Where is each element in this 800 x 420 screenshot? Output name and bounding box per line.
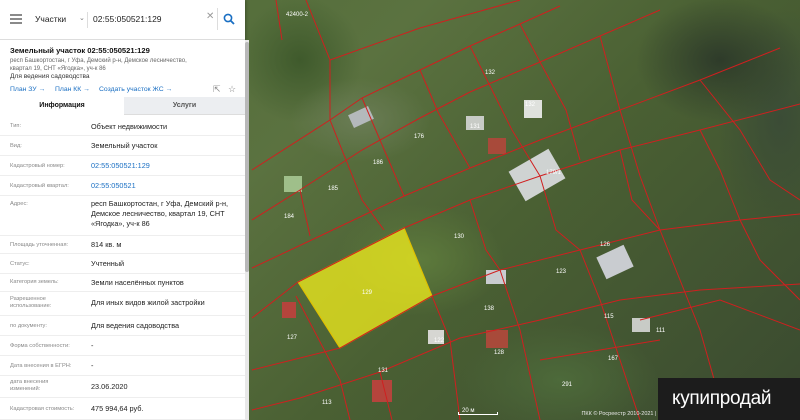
divider (124, 114, 245, 115)
clear-icon[interactable]: ✕ (206, 11, 214, 22)
panel-scrollbar[interactable] (245, 40, 249, 420)
lot-label: 184 (284, 214, 295, 220)
info-row: Кадастровая стоимость: 475 994,64 руб. (0, 398, 245, 420)
tabs: Информация Услуги (0, 97, 245, 115)
lot-label: 126 (600, 242, 611, 248)
row-label: Форма собственности: (10, 343, 70, 349)
lot-label: 132 (485, 70, 496, 76)
lot-label: 42400-2 (286, 12, 309, 18)
info-row: Кадастровый номер: 02:55:050521:129 (0, 156, 245, 176)
lot-label: 115 (604, 314, 614, 320)
row-label: Дата внесения в ЕГРН: (10, 363, 72, 369)
row-label: Статус: (10, 261, 30, 267)
selected-parcel[interactable] (297, 227, 433, 349)
cadastral-quarter-link[interactable]: 02:55:050521 (91, 181, 239, 191)
row-value: Для иных видов жилой застройки (91, 298, 205, 307)
info-panel: Участки ⌄ ✕ Земельный участок 02:55:0505… (0, 0, 245, 420)
lot-label: 111 (656, 328, 666, 334)
lot-label: 167 (608, 356, 619, 362)
row-label: Вид: (10, 143, 22, 149)
row-value: 475 994,64 руб. (91, 404, 144, 413)
parcel-borders (251, 0, 800, 420)
info-row: Категория земель: Земли населённых пункт… (0, 274, 245, 292)
lot-label: 129 (362, 290, 373, 296)
lot-label: 122 (434, 338, 445, 344)
chevron-down-icon[interactable]: ⌄ (79, 14, 85, 22)
lot-label: 123 (556, 269, 567, 275)
create-parcel-link[interactable]: Создать участок ЖС → (99, 86, 172, 93)
row-value: респ Башкортостан, г Уфа, Демский р-н, Д… (91, 199, 229, 228)
row-value: - (91, 361, 94, 370)
row-value: Учтенный (91, 259, 125, 268)
row-value: Земельный участок (91, 141, 158, 150)
row-value: Земли населённых пунктов (91, 278, 184, 287)
info-row: Тип: Объект недвижимости (0, 118, 245, 136)
lot-label: 176 (414, 134, 425, 140)
info-row: Дата внесения в ЕГРН: - (0, 356, 245, 376)
info-row: Площадь уточненная: 814 кв. м (0, 236, 245, 254)
scrollbar-thumb[interactable] (245, 42, 249, 272)
row-label: Адрес: (10, 201, 28, 207)
info-row: Адрес: респ Башкортостан, г Уфа, Демский… (0, 196, 245, 236)
tab-services[interactable]: Услуги (124, 97, 245, 115)
row-label: дата внесения изменений: (10, 379, 49, 392)
bookmark-icon[interactable]: ☆ (228, 84, 236, 95)
watermark-badge: купипродай (658, 378, 800, 420)
plan-zu-link[interactable]: План ЗУ → (10, 86, 45, 93)
row-label: Площадь уточненная: (10, 242, 69, 248)
plan-kk-link[interactable]: План КК → (55, 86, 90, 93)
row-label: по документу: (10, 323, 47, 329)
lot-label: 138 (484, 306, 495, 312)
row-label: Кадастровый номер: (10, 163, 65, 169)
lot-label: 186 (373, 160, 384, 166)
row-value: - (91, 341, 94, 350)
info-row: Статус: Учтенный (0, 254, 245, 274)
hamburger-icon[interactable] (10, 14, 22, 24)
info-row: Кадастровый квартал: 02:55:050521 (0, 176, 245, 196)
info-row: Форма собственности: - (0, 336, 245, 356)
lot-label: 113 (322, 400, 332, 406)
lot-label: 127 (287, 335, 298, 341)
scale-label: 20 м (462, 408, 475, 414)
share-icon[interactable]: ⇱ (213, 84, 221, 95)
lot-label: 179/1 (546, 170, 562, 176)
row-label: Разрешенное использование: (10, 296, 52, 309)
row-value: 23.06.2020 (91, 382, 128, 391)
lot-label: 185 (328, 186, 339, 192)
magnifier-icon (223, 13, 235, 25)
row-value: Для ведения садоводства (91, 321, 180, 330)
lot-label: 130 (454, 234, 465, 240)
lot-label: 132 (525, 102, 536, 108)
lot-label: 291 (562, 382, 573, 388)
tab-information[interactable]: Информация (0, 97, 124, 115)
row-value: Объект недвижимости (91, 122, 168, 131)
search-button[interactable] (217, 8, 239, 30)
parcel-title: Земельный участок 02:55:050521:129 (10, 46, 150, 55)
search-input[interactable] (90, 10, 205, 28)
search-bar: Участки ⌄ ✕ (0, 0, 245, 40)
row-label: Тип: (10, 123, 22, 129)
lot-label: 131 (470, 124, 481, 130)
info-row: Разрешенное использование: Для иных видо… (0, 292, 245, 316)
cadastral-number-link[interactable]: 02:55:050521:129 (91, 161, 239, 171)
parcel-address: респ Башкортостан, г Уфа, Демский р-н, Д… (10, 58, 187, 72)
buildings (282, 100, 650, 402)
row-value: 814 кв. м (91, 240, 122, 249)
info-row: Вид: Земельный участок (0, 136, 245, 156)
row-label: Кадастровая стоимость: (10, 406, 75, 412)
parcel-usage: Для ведения садоводства (10, 73, 90, 80)
info-row: дата внесения изменений: 23.06.2020 (0, 376, 245, 398)
info-row: по документу: Для ведения садоводства (0, 316, 245, 336)
lot-label: 131 (378, 368, 389, 374)
lot-label: 128 (494, 350, 505, 356)
row-label: Кадастровый квартал: (10, 183, 69, 189)
row-label: Категория земель: (10, 279, 59, 285)
